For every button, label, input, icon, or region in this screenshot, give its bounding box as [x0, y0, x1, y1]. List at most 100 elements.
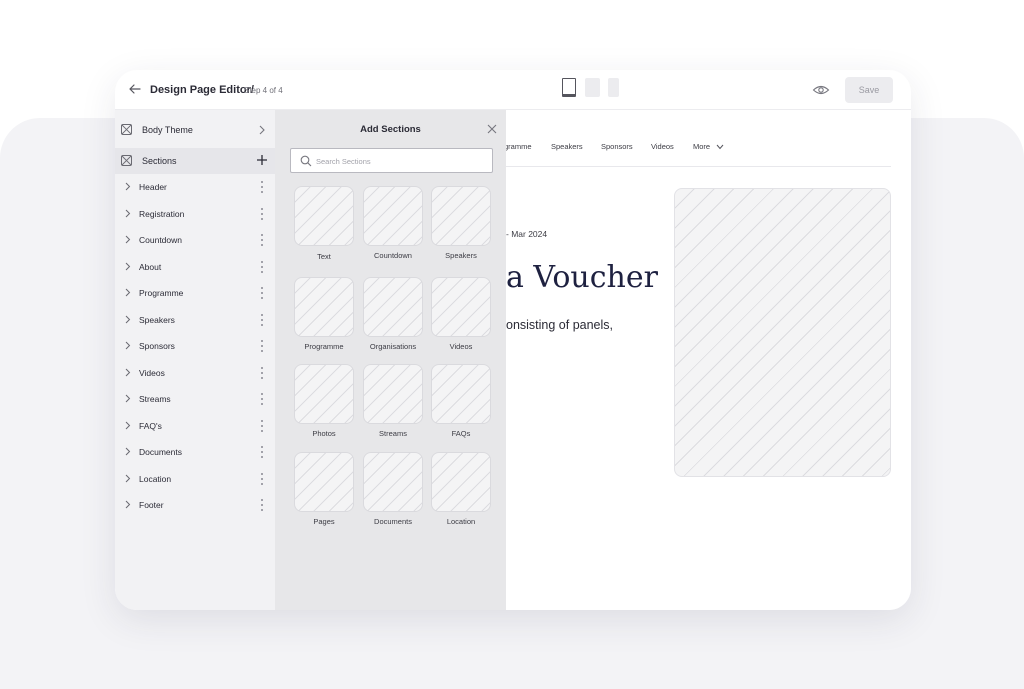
sidebar-item-label: Speakers [139, 314, 175, 325]
more-options-icon[interactable] [260, 445, 264, 459]
more-options-icon[interactable] [260, 366, 264, 380]
chevron-right-icon [125, 182, 131, 191]
sidebar-item-registration[interactable]: Registration [115, 201, 275, 227]
preview-nav-item-videos[interactable]: Videos [651, 142, 674, 151]
sections-row[interactable]: Sections [115, 148, 275, 174]
sidebar-item-label: Header [139, 182, 167, 192]
more-options-icon[interactable] [260, 419, 264, 433]
chevron-right-icon [125, 262, 131, 270]
section-tile-programme[interactable] [294, 277, 354, 337]
sidebar-item-footer[interactable]: Footer [115, 492, 275, 518]
desktop-stand [562, 94, 576, 96]
event-description: onsisting of panels, [506, 318, 614, 332]
search-sections-input[interactable] [316, 153, 486, 169]
sidebar-item-location[interactable]: Location [115, 466, 275, 492]
chevron-right-icon [125, 288, 131, 297]
sidebar-item-videos[interactable]: Videos [115, 360, 275, 386]
section-tile-photos[interactable] [294, 364, 354, 424]
sidebar-item-faqs[interactable]: FAQ's [115, 413, 275, 439]
section-tile-streams[interactable] [363, 364, 423, 424]
sections-label: Sections [142, 156, 177, 166]
sidebar-item-speakers[interactable]: Speakers [115, 307, 275, 333]
sidebar-item-about[interactable]: About [115, 254, 275, 280]
preview-nav-item-more[interactable]: More [693, 142, 710, 151]
section-tile-label: Documents [374, 517, 412, 526]
close-icon[interactable] [487, 124, 497, 134]
section-tile-label: Programme [304, 342, 344, 351]
search-icon [300, 155, 312, 167]
add-section-plus-icon[interactable] [256, 154, 268, 166]
chevron-right-icon [125, 394, 131, 403]
more-options-icon[interactable] [260, 313, 264, 327]
sidebar-item-label: Programme [139, 288, 184, 298]
sidebar-item-label: FAQ's [139, 420, 162, 431]
chevron-right-icon [125, 341, 131, 350]
chevron-right-icon [125, 209, 131, 217]
chevron-right-icon [125, 447, 131, 456]
preview-nav-item-programme[interactable]: gramme [504, 142, 532, 151]
more-options-icon[interactable] [260, 472, 264, 486]
editor-window: Design Page Editor/ Step 4 of 4 Save Bod… [115, 70, 911, 610]
more-options-icon[interactable] [260, 207, 264, 221]
preview-eye-icon[interactable] [812, 82, 830, 98]
add-sections-panel: Add Sections Text Countdown Speakers Pro… [275, 110, 506, 610]
back-arrow-icon[interactable] [128, 82, 142, 96]
section-tile-videos[interactable] [431, 277, 491, 337]
sidebar-item-documents[interactable]: Documents [115, 439, 275, 465]
image-placeholder-icon [121, 155, 132, 166]
sidebar-item-programme[interactable]: Programme [115, 280, 275, 306]
section-tile-label: Speakers [445, 251, 477, 260]
section-tile-location[interactable] [431, 452, 491, 512]
nav-divider [506, 166, 891, 167]
event-headline: a Voucher [506, 260, 658, 295]
chevron-down-icon[interactable] [716, 144, 724, 150]
section-tile-label: Photos [312, 429, 336, 438]
chevron-right-icon [125, 500, 131, 509]
chevron-right-icon [125, 368, 131, 376]
sidebar-item-label: Registration [139, 208, 185, 219]
more-options-icon[interactable] [260, 498, 264, 512]
preview-nav-item-sponsors[interactable]: Sponsors [601, 142, 633, 151]
hero-image-placeholder [674, 188, 891, 477]
section-tile-label: Location [446, 517, 476, 526]
more-options-icon[interactable] [260, 392, 264, 406]
page-preview: gramme Speakers Sponsors Videos More - M… [504, 110, 911, 610]
sidebar-item-label: Location [139, 473, 172, 484]
sidebar-item-label: Sponsors [139, 341, 175, 351]
sidebar-item-countdown[interactable]: Countdown [115, 227, 275, 253]
preview-nav-item-speakers[interactable]: Speakers [551, 142, 583, 151]
save-button[interactable]: Save [845, 77, 893, 103]
sidebar-item-header[interactable]: Header [115, 174, 275, 200]
sidebar-item-streams[interactable]: Streams [115, 386, 275, 412]
section-tile-faqs[interactable] [431, 364, 491, 424]
section-tile-label: Streams [379, 429, 407, 438]
body-theme-label: Body Theme [142, 125, 193, 135]
search-sections-field [290, 148, 493, 173]
section-tile-countdown[interactable] [363, 186, 423, 246]
body-theme-row[interactable]: Body Theme [115, 117, 275, 143]
sidebar-item-label: Documents [139, 447, 182, 457]
section-tile-documents[interactable] [363, 452, 423, 512]
image-placeholder-icon [121, 124, 132, 135]
section-tile-speakers[interactable] [431, 186, 491, 246]
page-title: Design Page Editor/ [150, 84, 254, 96]
top-bar: Design Page Editor/ Step 4 of 4 Save [115, 70, 911, 110]
more-options-icon[interactable] [260, 286, 264, 300]
more-options-icon[interactable] [260, 180, 264, 194]
chevron-right-icon [125, 315, 131, 323]
sidebar-item-sponsors[interactable]: Sponsors [115, 333, 275, 359]
sidebar-item-label: Footer [139, 500, 164, 510]
section-tile-label: Countdown [374, 251, 412, 260]
chevron-right-icon [259, 125, 265, 135]
more-options-icon[interactable] [260, 260, 264, 274]
mobile-view-icon[interactable] [608, 78, 619, 97]
sidebar-item-label: Countdown [139, 235, 183, 245]
section-tile-pages[interactable] [294, 452, 354, 512]
sidebar-item-label: Videos [139, 367, 165, 378]
tablet-view-icon[interactable] [585, 78, 600, 97]
section-tile-text[interactable] [294, 186, 354, 246]
section-tile-organisations[interactable] [363, 277, 423, 337]
section-tile-label: Text [317, 252, 331, 261]
more-options-icon[interactable] [260, 339, 264, 353]
more-options-icon[interactable] [260, 233, 264, 247]
